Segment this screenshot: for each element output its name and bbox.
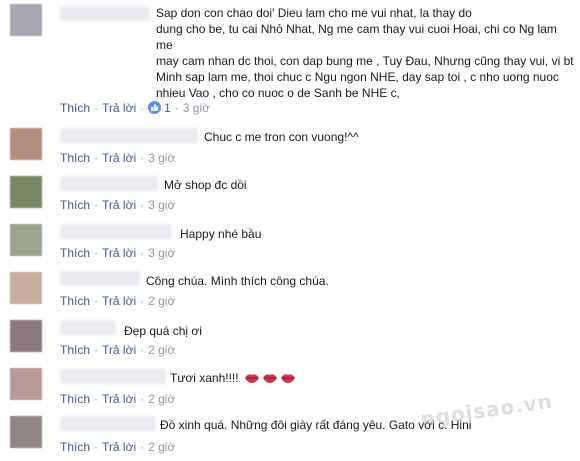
comment-actions: Thích · Trả lời · 2 giờ	[60, 294, 175, 308]
timestamp[interactable]: 2 giờ	[148, 440, 175, 454]
separator: ·	[94, 343, 99, 357]
reply-link[interactable]: Trả lời	[102, 343, 136, 357]
timestamp[interactable]: 3 giờ	[183, 101, 210, 115]
like-link[interactable]: Thích	[60, 294, 90, 308]
commenter-name[interactable]	[60, 176, 158, 191]
separator: ·	[174, 101, 179, 115]
separator: ·	[94, 198, 99, 212]
timestamp[interactable]: 2 giờ	[148, 294, 175, 308]
commenter-name[interactable]	[60, 369, 166, 384]
comment-text: Tươi xanh!!!!	[170, 370, 296, 388]
comment-text: Sap don con chao doi' Dieu lam cho me vu…	[156, 6, 574, 100]
reply-link[interactable]: Trả lời	[102, 294, 136, 308]
separator: ·	[140, 440, 145, 454]
commenter-name[interactable]	[60, 128, 198, 143]
separator: ·	[140, 294, 145, 308]
separator: ·	[94, 151, 99, 165]
comment-actions: Thích · Trả lời · 3 giờ	[60, 151, 175, 165]
reply-link[interactable]: Trả lời	[102, 151, 136, 165]
avatar[interactable]	[10, 128, 42, 160]
avatar[interactable]	[10, 4, 42, 36]
like-link[interactable]: Thích	[60, 198, 90, 212]
comment-text: Mở shop đc dồi	[164, 178, 247, 192]
comment-text: Đẹp quá chị ơi	[124, 324, 202, 338]
separator: ·	[94, 294, 99, 308]
commenter-name[interactable]	[60, 6, 150, 21]
comment-actions: Thích · Trả lời · 2 giờ	[60, 440, 175, 454]
avatar[interactable]	[10, 368, 42, 400]
comment-actions: Thích · Trả lời · 3 giờ	[60, 198, 175, 212]
timestamp[interactable]: 3 giờ	[148, 198, 175, 212]
commenter-name[interactable]	[60, 320, 116, 335]
comment-actions: Thích · Trả lời · 1 · 3 giờ	[60, 101, 210, 115]
comment-text: Chuc c me tron con vuong!^^	[204, 130, 359, 144]
avatar[interactable]	[10, 416, 42, 448]
comment-item: Mở shop đc dồi Thích · Trả lời · 3 giờ	[0, 172, 580, 216]
like-link[interactable]: Thích	[60, 392, 90, 406]
timestamp[interactable]: 2 giờ	[148, 343, 175, 357]
commenter-name[interactable]	[60, 416, 156, 431]
comment-item: Sap don con chao doi' Dieu lam cho me vu…	[0, 0, 580, 120]
timestamp[interactable]: 2 giờ	[148, 392, 175, 406]
comment-text: Happy nhé bầu	[180, 227, 262, 241]
comment-text-content: Tươi xanh!!!!	[170, 371, 239, 385]
separator: ·	[140, 246, 145, 260]
separator: ·	[94, 440, 99, 454]
avatar[interactable]	[10, 176, 42, 208]
separator: ·	[140, 392, 145, 406]
like-link[interactable]: Thích	[60, 246, 90, 260]
like-link[interactable]: Thích	[60, 151, 90, 165]
thumbs-up-icon[interactable]	[148, 101, 162, 114]
separator: ·	[140, 198, 145, 212]
timestamp[interactable]: 3 giờ	[148, 151, 175, 165]
like-link[interactable]: Thích	[60, 343, 90, 357]
comment-item: Happy nhé bầu Thích · Trả lời · 3 giờ	[0, 220, 580, 264]
comment-actions: Thích · Trả lời · 2 giờ	[60, 392, 175, 406]
comment-item: Đẹp quá chị ơi Thích · Trả lời · 2 giờ	[0, 316, 580, 360]
like-link[interactable]: Thích	[60, 440, 90, 454]
avatar[interactable]	[10, 272, 42, 304]
reply-link[interactable]: Trả lời	[102, 246, 136, 260]
separator: ·	[140, 343, 145, 357]
kiss-emoji-icon	[244, 372, 296, 388]
separator: ·	[94, 246, 99, 260]
avatar[interactable]	[10, 320, 42, 352]
comment-text: Công chúa. Mình thích công chúa.	[146, 274, 329, 288]
timestamp[interactable]: 3 giờ	[148, 246, 175, 260]
comment-item: Công chúa. Mình thích công chúa. Thích · T…	[0, 268, 580, 312]
reply-link[interactable]: Trả lời	[102, 101, 136, 115]
comment-item: Chuc c me tron con vuong!^^ Thích · Trả lờ…	[0, 124, 580, 168]
avatar[interactable]	[10, 224, 42, 256]
like-link[interactable]: Thích	[60, 101, 90, 115]
reply-link[interactable]: Trả lời	[102, 198, 136, 212]
commenter-name[interactable]	[60, 271, 140, 286]
reply-link[interactable]: Trả lời	[102, 392, 136, 406]
comment-actions: Thích · Trả lời · 2 giờ	[60, 343, 175, 357]
separator: ·	[140, 151, 145, 165]
reply-link[interactable]: Trả lời	[102, 440, 136, 454]
separator: ·	[140, 101, 145, 115]
separator: ·	[94, 392, 99, 406]
separator: ·	[94, 101, 99, 115]
commenter-name[interactable]	[60, 224, 172, 239]
comment-actions: Thích · Trả lời · 3 giờ	[60, 246, 175, 260]
like-count[interactable]: 1	[164, 101, 171, 115]
